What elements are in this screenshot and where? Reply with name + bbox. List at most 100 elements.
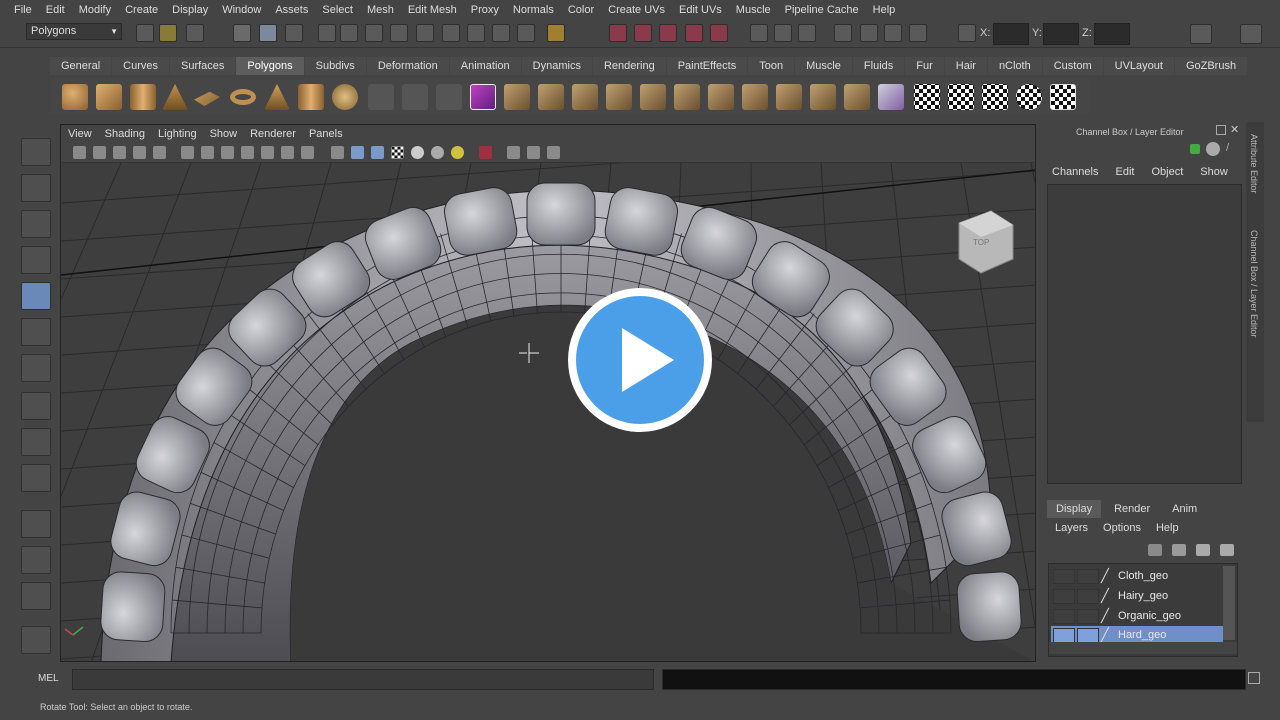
panel-menu-panels[interactable]: Panels	[309, 128, 343, 140]
new-layer-selected-icon[interactable]	[1172, 544, 1186, 556]
open-scene-icon[interactable]	[159, 24, 177, 42]
split-poly-icon[interactable]	[606, 84, 632, 110]
camera-attributes-icon[interactable]	[113, 146, 126, 159]
film-gate-icon[interactable]	[201, 146, 214, 159]
layer-tab-display[interactable]: Display	[1047, 500, 1102, 518]
manipulator-tool-icon[interactable]	[21, 354, 51, 382]
close-icon[interactable]: ✕	[1230, 123, 1239, 136]
poly-soccer-ball-icon[interactable]	[332, 84, 358, 110]
shelf-tab-fur[interactable]: Fur	[905, 57, 944, 75]
shelf-tab-muscle[interactable]: Muscle	[795, 57, 852, 75]
select-object-icon[interactable]	[259, 24, 277, 42]
history-icon[interactable]	[442, 24, 460, 42]
menu-assets[interactable]: Assets	[275, 4, 308, 16]
menu-muscle[interactable]: Muscle	[736, 4, 771, 16]
lights-icon[interactable]	[411, 146, 424, 159]
poly-cone-icon[interactable]	[162, 84, 188, 110]
select-component-icon[interactable]	[285, 24, 303, 42]
menu-edit-mesh[interactable]: Edit Mesh	[408, 4, 457, 16]
poly-sphere-icon[interactable]	[62, 84, 88, 110]
channel-pick-icon[interactable]: /	[1226, 142, 1240, 156]
save-scene-icon[interactable]	[186, 24, 204, 42]
bookmark-icon[interactable]	[133, 146, 146, 159]
poke-face-icon[interactable]	[844, 84, 870, 110]
layer-type-toggle[interactable]	[1077, 589, 1099, 604]
attribute-editor-tab[interactable]: Attribute Editor	[1249, 134, 1259, 194]
merge-icon[interactable]	[708, 84, 734, 110]
panel-menu-shading[interactable]: Shading	[105, 128, 145, 140]
smooth-shade-icon[interactable]	[351, 146, 364, 159]
soft-mod-tool-icon[interactable]	[21, 428, 51, 456]
scale-tool-icon[interactable]	[21, 318, 51, 346]
wireframe-on-shaded-icon[interactable]	[371, 146, 384, 159]
menu-edit[interactable]: Edit	[46, 4, 65, 16]
shelf-tab-surfaces[interactable]: Surfaces	[169, 57, 236, 75]
shelf-tab-rendering[interactable]: Rendering	[592, 57, 666, 75]
menu-select[interactable]: Select	[322, 4, 353, 16]
automatic-map-icon[interactable]	[1050, 84, 1076, 110]
layer-visibility-toggle[interactable]	[1053, 628, 1075, 643]
input-line-icon[interactable]	[750, 24, 768, 42]
texture-tool-icon[interactable]	[21, 464, 51, 492]
sculpt-icon[interactable]	[878, 84, 904, 110]
layer-tab-anim[interactable]: Anim	[1163, 500, 1206, 518]
spherical-map-icon[interactable]	[1016, 84, 1042, 110]
isolate-select-icon[interactable]	[479, 146, 492, 159]
wireframe-icon[interactable]	[331, 146, 344, 159]
panel-menu-lighting[interactable]: Lighting	[158, 128, 197, 140]
menu-create[interactable]: Create	[125, 4, 158, 16]
poly-cylinder-icon[interactable]	[130, 84, 156, 110]
image-plane-icon[interactable]	[153, 146, 166, 159]
channel-sync-icon[interactable]	[1206, 142, 1220, 156]
move-up-layer-icon[interactable]	[1196, 544, 1210, 556]
select-hierarchy-icon[interactable]	[233, 24, 251, 42]
safe-title-icon[interactable]	[301, 146, 314, 159]
lasso-tool-icon[interactable]	[21, 174, 51, 202]
poly-cube-icon[interactable]	[96, 84, 122, 110]
shelf-tab-uvlayout[interactable]: UVLayout	[1103, 57, 1174, 75]
textured-icon[interactable]	[391, 146, 404, 159]
io-icon[interactable]	[492, 24, 510, 42]
poly-plane-icon[interactable]	[194, 91, 220, 107]
shelf-tab-deformation[interactable]: Deformation	[366, 57, 449, 75]
layer-scrollbar[interactable]	[1223, 566, 1235, 640]
layer-visibility-toggle[interactable]	[1053, 589, 1075, 604]
hypershade-icon[interactable]	[685, 24, 703, 42]
channel-list-area[interactable]	[1047, 184, 1242, 484]
append-icon[interactable]	[572, 84, 598, 110]
menu-modify[interactable]: Modify	[79, 4, 111, 16]
tool-settings-icon[interactable]	[909, 24, 927, 42]
attribute-toggle-icon[interactable]	[798, 24, 816, 42]
channel-menu-edit[interactable]: Edit	[1115, 166, 1134, 178]
layer-row-hairy[interactable]: ╱ Hairy_geo	[1051, 587, 1223, 606]
layer-menu-layers[interactable]: Layers	[1055, 522, 1088, 534]
transform-mode-icon[interactable]	[958, 24, 976, 42]
render-frame-icon[interactable]	[609, 24, 627, 42]
shelf-tab-painteffects[interactable]: PaintEffects	[666, 57, 748, 75]
layer-type-toggle[interactable]	[1077, 628, 1099, 643]
planar-map-icon[interactable]	[948, 84, 974, 110]
extrude-icon[interactable]	[504, 84, 530, 110]
four-view-layout-icon[interactable]	[21, 546, 51, 574]
resolution-gate-icon[interactable]	[221, 146, 234, 159]
move-tool-icon[interactable]	[21, 246, 51, 274]
extract-icon[interactable]	[436, 84, 462, 110]
rotate-tool-icon[interactable]	[21, 282, 51, 310]
shelf-tab-hair[interactable]: Hair	[944, 57, 987, 75]
channel-box-tab[interactable]: Channel Box / Layer Editor	[1249, 230, 1259, 338]
menu-set-dropdown[interactable]: Polygons ▼	[26, 23, 122, 40]
x-field[interactable]	[993, 23, 1029, 45]
ambient-occlusion-icon[interactable]	[547, 146, 560, 159]
command-language-label[interactable]: MEL	[38, 673, 59, 684]
move-down-layer-icon[interactable]	[1220, 544, 1234, 556]
poly-pyramid-icon[interactable]	[264, 84, 290, 110]
float-panel-icon[interactable]	[1216, 125, 1226, 135]
xray-icon[interactable]	[507, 146, 520, 159]
menu-help[interactable]: Help	[873, 4, 896, 16]
graph-editor-icon[interactable]	[884, 24, 902, 42]
menu-proxy[interactable]: Proxy	[471, 4, 499, 16]
outliner-icon[interactable]	[860, 24, 878, 42]
paint-select-tool-icon[interactable]	[21, 210, 51, 238]
layer-row-cloth[interactable]: ╱ Cloth_geo	[1051, 567, 1223, 586]
shelf-tab-curves[interactable]: Curves	[112, 57, 169, 75]
